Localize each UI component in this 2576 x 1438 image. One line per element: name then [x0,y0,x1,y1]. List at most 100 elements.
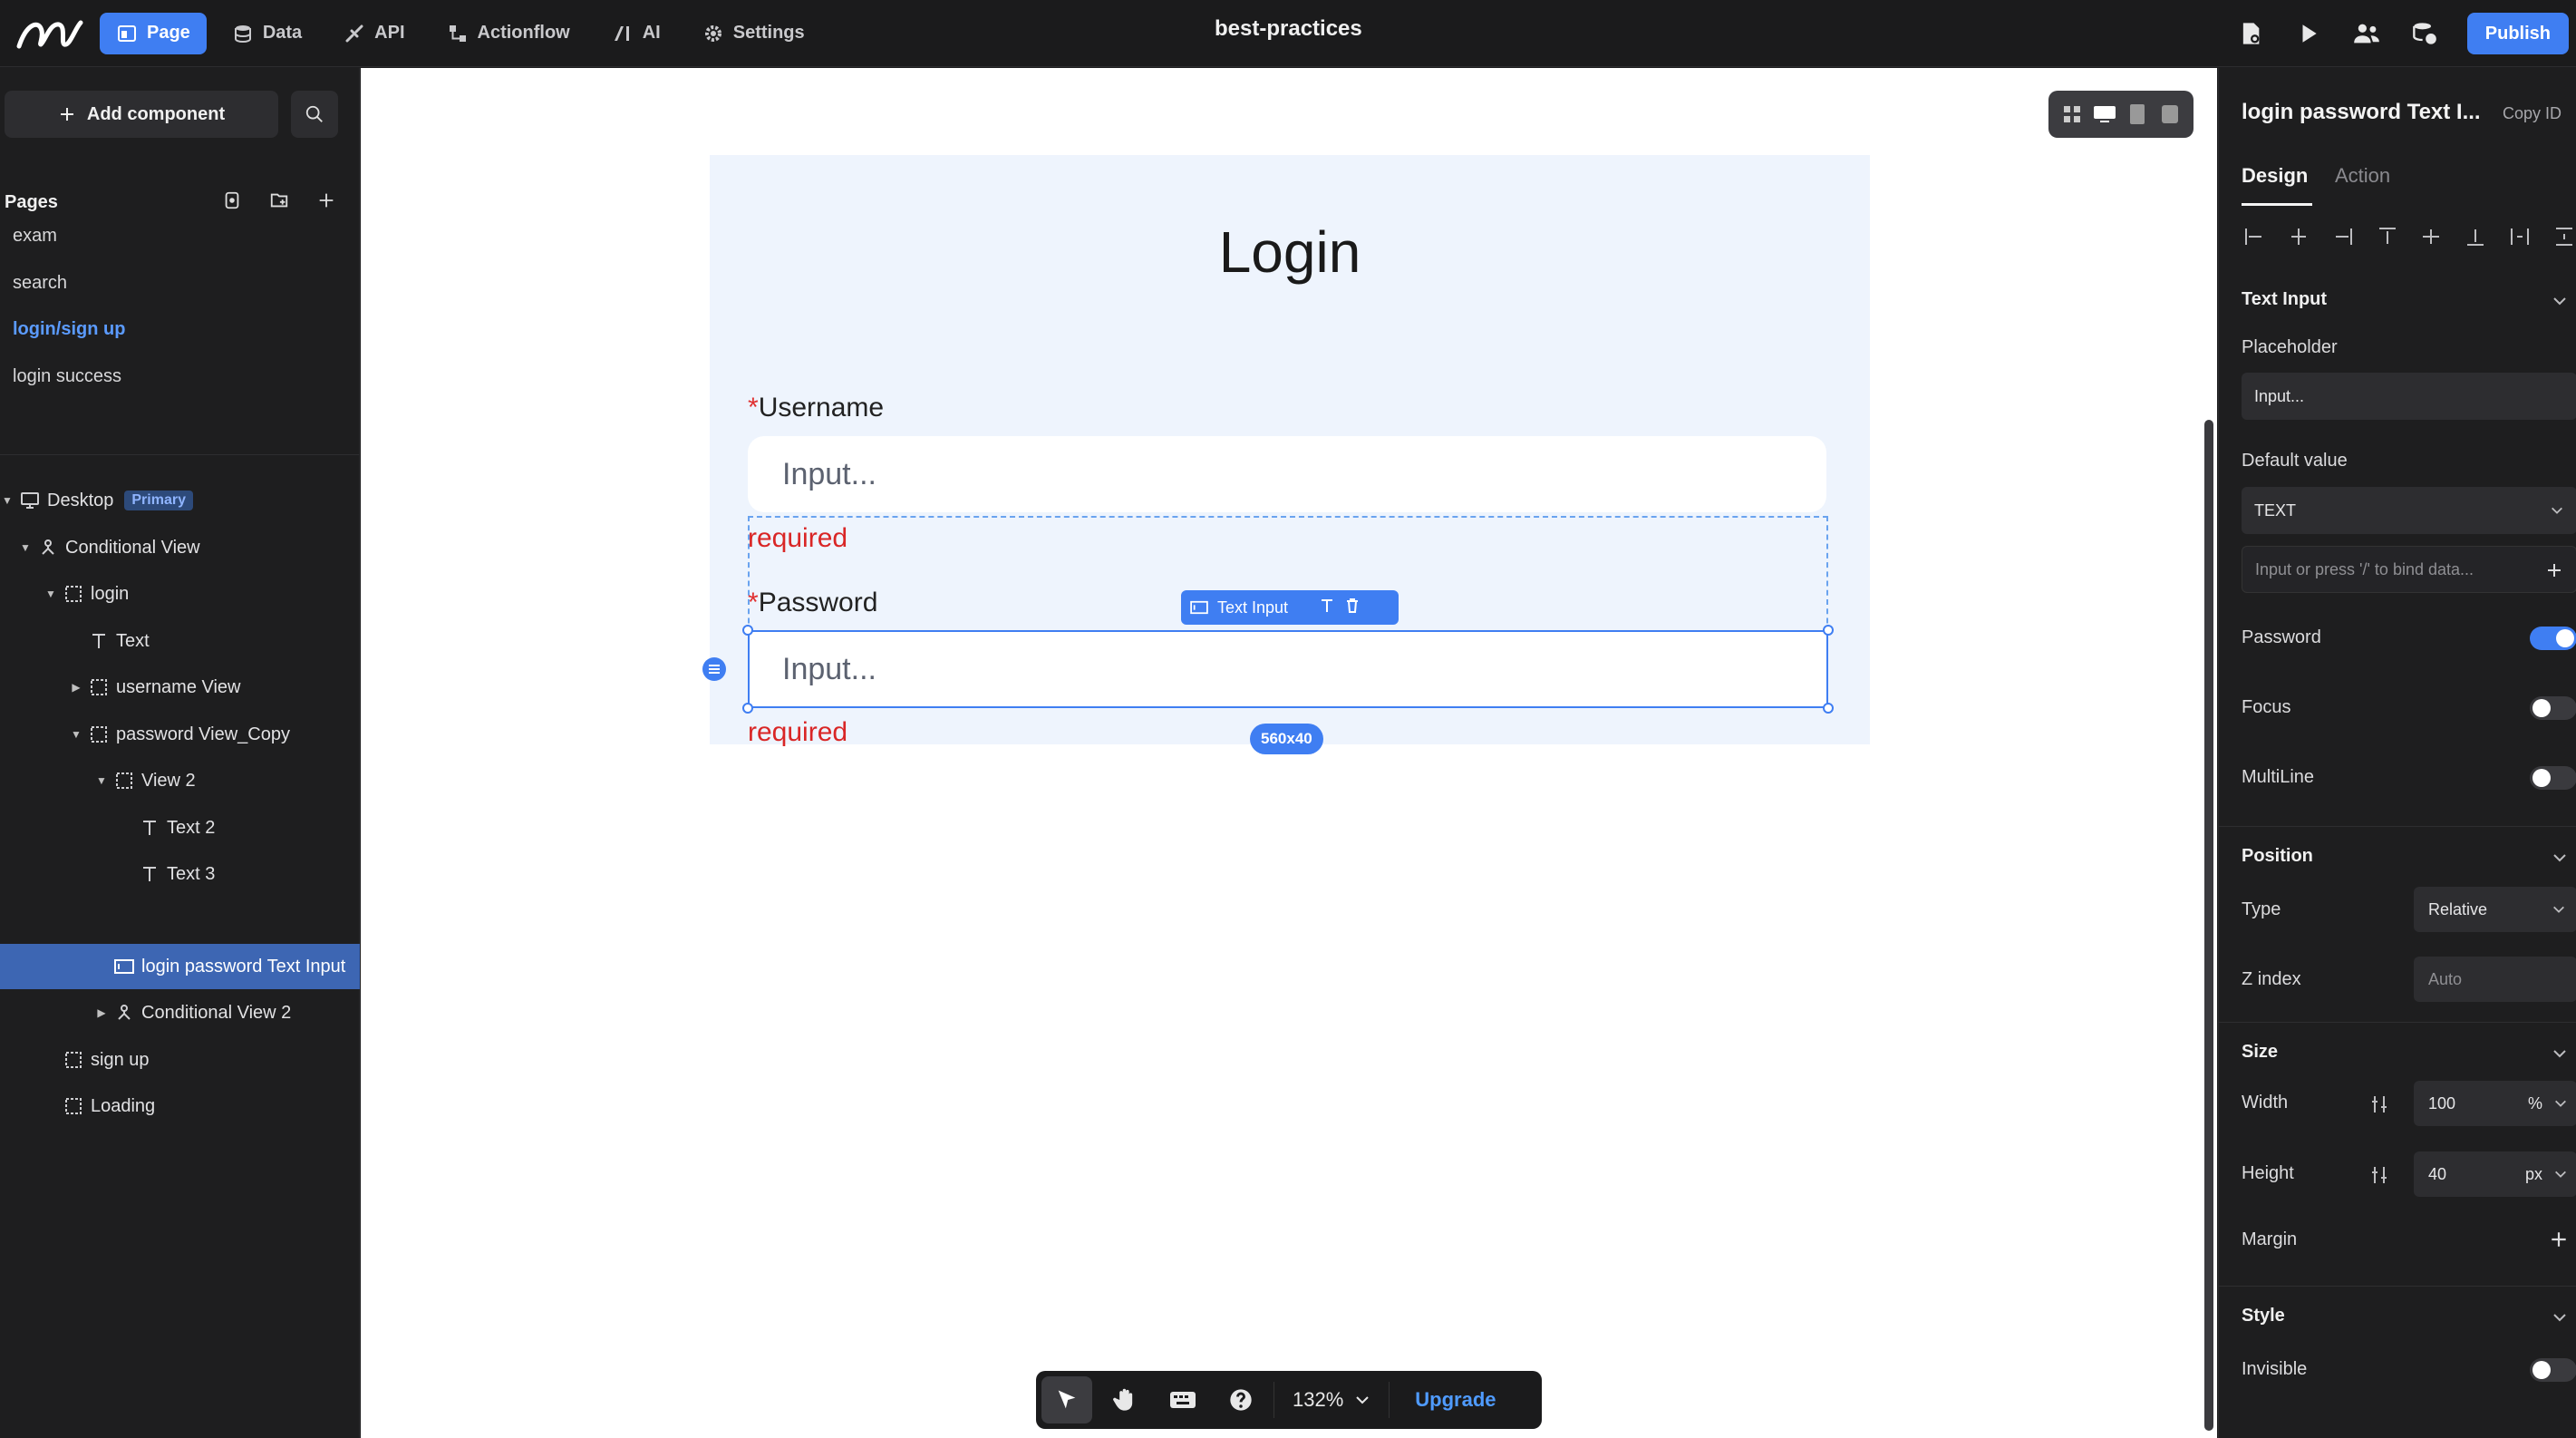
grid-view-icon[interactable] [2060,102,2084,126]
delete-icon[interactable] [1344,598,1361,618]
tree-item-conditional-view[interactable]: ▼ Conditional View [0,525,360,570]
page-item-login-sign-up[interactable]: login/sign up [13,319,125,340]
align-bottom-icon[interactable] [2463,224,2488,249]
mobile-view-icon[interactable] [2158,102,2182,126]
pointer-tool[interactable] [1041,1376,1092,1423]
tree-item-loading[interactable]: Loading [0,1083,360,1129]
resize-handle[interactable] [1823,625,1834,636]
tree-item-conditional-view-2[interactable]: ▶ Conditional View 2 [0,990,360,1035]
login-view[interactable]: Login *Username Input... required *Passw… [702,155,1870,754]
page-item-search[interactable]: search [13,273,67,294]
tree-item-text-3[interactable]: Text 3 [0,851,360,897]
nav-actionflow[interactable]: Actionflow [431,13,586,54]
publish-button[interactable]: Publish [2466,13,2569,54]
monitor-icon [20,491,40,510]
nav-ai[interactable]: AI [596,13,677,54]
placeholder-input[interactable]: Input... [2242,373,2576,420]
align-center-h-icon[interactable] [2286,224,2311,249]
add-folder-icon[interactable] [265,186,294,215]
nav-api[interactable]: API [327,13,421,54]
align-top-icon[interactable] [2375,224,2400,249]
tree-item-desktop[interactable]: ▼ Desktop Primary [0,478,360,523]
canvas-scrollbar[interactable] [2204,420,2213,1431]
play-icon[interactable] [2293,18,2324,49]
component-title: login password Text I... [2242,100,2481,124]
chevron-down-icon[interactable] [2551,1044,2569,1063]
sizing-mode-icon[interactable] [2369,1094,2389,1114]
help-tool[interactable] [1215,1376,1266,1423]
distribute-h-icon[interactable] [2507,224,2532,249]
resize-handle[interactable] [1823,703,1834,714]
tree-item-view-2[interactable]: ▼ View 2 [0,758,360,803]
design-canvas[interactable]: Login *Username Input... required *Passw… [361,68,2217,1438]
plus-icon[interactable] [2545,561,2563,579]
focus-toggle[interactable] [2530,696,2576,720]
width-input[interactable]: 100 % [2414,1081,2576,1126]
align-right-icon[interactable] [2330,224,2356,249]
hand-tool[interactable] [1099,1376,1150,1423]
upgrade-link[interactable]: Upgrade [1397,1388,1496,1412]
page-item-exam[interactable]: exam [13,226,57,247]
resize-handle[interactable] [742,625,753,636]
height-unit[interactable]: px [2525,1165,2542,1184]
nav-data[interactable]: Data [216,13,318,54]
page-item-login-success[interactable]: login success [13,366,121,387]
drag-handle-icon[interactable] [702,657,726,681]
text-style-icon[interactable] [1319,598,1335,618]
database-icon [234,24,251,43]
tree-item-login[interactable]: ▼ login [0,571,360,617]
position-type-select[interactable]: Relative [2414,887,2576,932]
invisible-label: Invisible [2242,1359,2308,1379]
tab-design[interactable]: Design [2242,164,2308,188]
page-settings-icon[interactable] [218,186,247,215]
tree-item-sign-up[interactable]: sign up [0,1037,360,1083]
tab-action[interactable]: Action [2335,164,2390,188]
zoom-control[interactable]: 132% [1273,1382,1390,1418]
multiline-toggle[interactable] [2530,766,2576,790]
section-style[interactable]: Style [2242,1306,2285,1326]
section-size[interactable]: Size [2242,1042,2278,1063]
chevron-down-icon[interactable] [2551,1308,2569,1326]
default-value-type-select[interactable]: TEXT [2242,487,2576,534]
component-tag[interactable]: Text Input [1181,590,1399,625]
text-icon [140,818,160,838]
tree-item-password-view-copy[interactable]: ▼ password View_Copy [0,712,360,757]
tree-item-login-password-text-input[interactable]: login password Text Input [0,944,360,989]
tree-item-username-view[interactable]: ▶ username View [0,665,360,710]
app-logo[interactable] [0,0,100,67]
nav-settings[interactable]: Settings [686,13,821,54]
search-button[interactable] [291,91,338,138]
password-toggle[interactable] [2530,627,2576,650]
tablet-view-icon[interactable] [2126,102,2149,126]
resize-handle[interactable] [742,703,753,714]
align-center-v-icon[interactable] [2418,224,2444,249]
section-text-input[interactable]: Text Input [2242,289,2327,310]
users-icon[interactable] [2351,18,2382,49]
desktop-view-icon[interactable] [2093,102,2116,126]
chevron-down-icon[interactable] [2551,849,2569,867]
height-input[interactable]: 40 px [2414,1151,2576,1197]
zindex-input[interactable]: Auto [2414,957,2576,1002]
invisible-toggle[interactable] [2530,1358,2576,1382]
tree-item-text-2[interactable]: Text 2 [0,805,360,850]
view-icon [63,1050,83,1070]
copy-id-button[interactable]: Copy ID [2503,104,2561,123]
chevron-down-icon[interactable] [2551,292,2569,310]
text-icon [140,864,160,884]
add-page-icon[interactable] [312,186,341,215]
chevron-down-icon [2555,1100,2566,1107]
keyboard-tool[interactable] [1157,1376,1208,1423]
database-sync-icon[interactable] [2409,18,2440,49]
preview-page-icon[interactable] [2235,18,2266,49]
width-unit[interactable]: % [2528,1094,2542,1113]
bind-data-input[interactable]: Input or press '/' to bind data... [2242,546,2576,593]
section-position[interactable]: Position [2242,846,2313,867]
nav-page[interactable]: Page [100,12,207,54]
align-left-icon[interactable] [2242,224,2267,249]
plus-icon[interactable] [2549,1229,2569,1249]
add-component-button[interactable]: Add component [5,91,278,138]
tree-item-text[interactable]: Text [0,618,360,664]
sizing-mode-icon[interactable] [2369,1165,2389,1185]
distribute-v-icon[interactable] [2552,224,2576,249]
username-input[interactable]: Input... [748,436,1826,512]
